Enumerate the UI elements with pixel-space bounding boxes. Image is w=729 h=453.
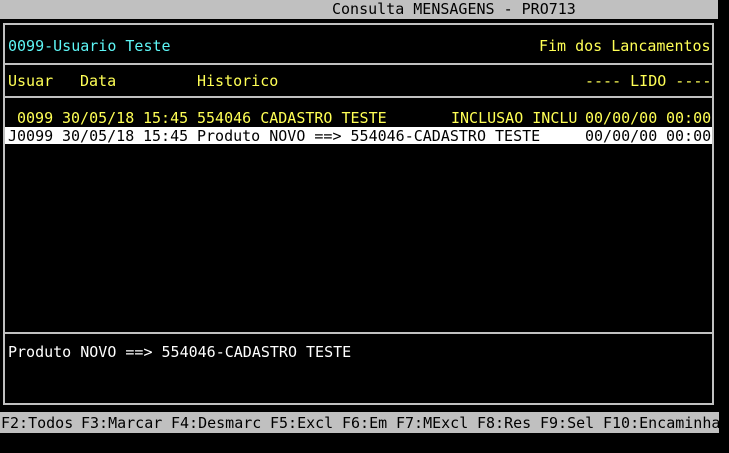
status-text: Fim dos Lancamentos xyxy=(539,37,711,55)
column-header-user: Usuar xyxy=(8,72,54,90)
fkey-f8-res[interactable]: F8:Res xyxy=(477,414,531,432)
column-header-read: ---- LIDO ---- xyxy=(585,72,712,90)
divider-detail xyxy=(3,332,714,334)
divider-header xyxy=(3,63,714,65)
row-history: 554046 CADASTRO TESTE xyxy=(197,109,387,127)
column-header-history: Historico xyxy=(197,72,279,90)
row-user: J0099 xyxy=(8,127,54,145)
fkey-f4-desmarc[interactable]: F4:Desmarc xyxy=(171,414,261,432)
current-user-label: 0099-Usuario Teste xyxy=(8,37,171,55)
divider-columns xyxy=(3,96,714,98)
window-title: Consulta MENSAGENS - PRO713 xyxy=(332,0,576,18)
fkey-f3-marcar[interactable]: F3:Marcar xyxy=(81,414,162,432)
row-time: 15:45 xyxy=(143,109,189,127)
titlebar-end-block xyxy=(718,0,729,19)
fkey-f9-sel[interactable]: F9:Sel xyxy=(540,414,594,432)
row-date: 30/05/18 xyxy=(62,109,135,127)
window-titlebar: Consulta MENSAGENS - PRO713 xyxy=(0,0,729,19)
row-time: 15:45 xyxy=(143,127,189,145)
row-read-time: 00:00 xyxy=(666,127,712,145)
fkey-f6-em[interactable]: F6:Em xyxy=(342,414,387,432)
function-key-bar: F2:Todos F3:Marcar F4:Desmarc F5:Excl F6… xyxy=(0,412,720,433)
detail-text: Produto NOVO ==> 554046-CADASTRO TESTE xyxy=(8,343,352,361)
fkey-f5-excl[interactable]: F5:Excl xyxy=(270,414,333,432)
row-read-date: 00/00/00 xyxy=(585,127,658,145)
row-user: 0099 xyxy=(17,109,54,127)
fkey-f7-mexcl[interactable]: F7:MExcl xyxy=(396,414,468,432)
row-date: 30/05/18 xyxy=(62,127,135,145)
row-read-time: 00:00 xyxy=(666,109,712,127)
column-header-date: Data xyxy=(80,72,117,90)
row-read-date: 00/00/00 xyxy=(585,109,658,127)
table-row-selected[interactable]: J0099 30/05/18 15:45 Produto NOVO ==> 55… xyxy=(5,127,712,145)
row-history: Produto NOVO ==> 554046-CADASTRO TESTE xyxy=(197,127,541,145)
row-action: INCLUSAO INCLU xyxy=(451,109,578,127)
fkey-f10-encaminha[interactable]: F10:Encaminha xyxy=(603,414,720,432)
fkey-f2-todos[interactable]: F2:Todos xyxy=(1,414,73,432)
